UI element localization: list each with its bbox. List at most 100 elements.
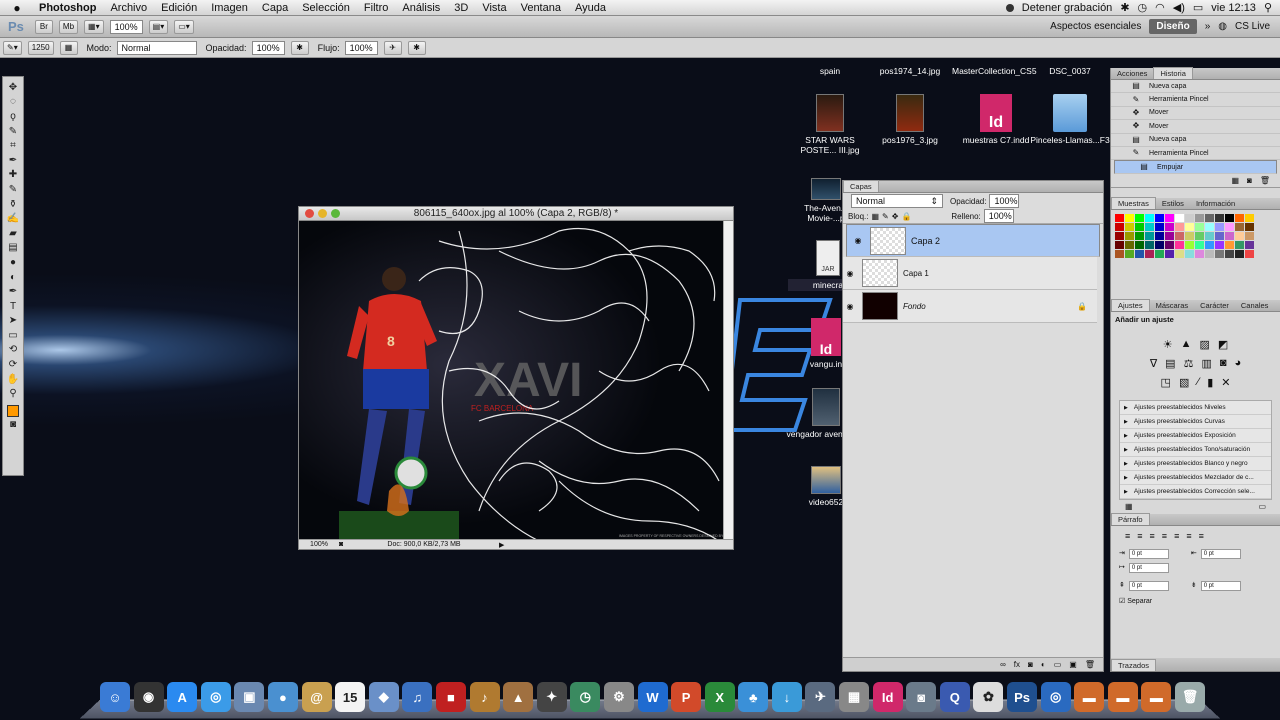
- swatch[interactable]: [1195, 241, 1204, 249]
- desktop-icon-starwars[interactable]: STAR WARS POSTE... III.jpg: [790, 94, 870, 155]
- dock-xcode-icon[interactable]: ✈: [805, 682, 836, 712]
- dock-app-store-icon[interactable]: A: [167, 682, 198, 712]
- tab-capas[interactable]: Capas: [843, 180, 879, 192]
- layer-opacity-input[interactable]: 100%: [989, 194, 1020, 208]
- swatch[interactable]: [1185, 241, 1194, 249]
- swatch[interactable]: [1125, 241, 1134, 249]
- swatch[interactable]: [1155, 241, 1164, 249]
- tab-historia[interactable]: Historia: [1153, 67, 1193, 79]
- lasso-tool-icon[interactable]: ϙ: [5, 109, 21, 124]
- 3d-orbit-tool-icon[interactable]: ⟳: [5, 357, 21, 372]
- curves-icon[interactable]: ▨: [1199, 338, 1209, 351]
- brightness-icon[interactable]: ☀: [1163, 338, 1173, 351]
- swatch[interactable]: [1125, 214, 1134, 222]
- menu-vista[interactable]: Vista: [475, 2, 513, 14]
- bluetooth-icon[interactable]: ✱: [1120, 1, 1129, 14]
- justify-left-icon[interactable]: ≡: [1162, 531, 1167, 541]
- foreground-color-swatch[interactable]: [7, 405, 19, 418]
- delete-state-icon[interactable]: 🗑: [1260, 176, 1270, 187]
- swatch[interactable]: [1235, 232, 1244, 240]
- color-balance-icon[interactable]: ⚖: [1184, 357, 1194, 370]
- dock-indesign-icon[interactable]: Id: [872, 682, 903, 712]
- menu-app[interactable]: Photoshop: [32, 2, 103, 14]
- selective-color-icon[interactable]: ✕: [1221, 376, 1230, 389]
- clip-icon[interactable]: ▦: [1125, 502, 1133, 512]
- wifi-icon[interactable]: ◠: [1155, 1, 1165, 14]
- time-machine-icon[interactable]: ◷: [1138, 1, 1148, 14]
- menu-ayuda[interactable]: Ayuda: [568, 2, 613, 14]
- hand-tool-icon[interactable]: ✋: [5, 372, 21, 387]
- swatch[interactable]: [1245, 232, 1254, 240]
- adjustment-layer-icon[interactable]: ◐: [1041, 660, 1046, 669]
- preset-levels[interactable]: Ajustes preestablecidos Niveles: [1120, 401, 1271, 415]
- document-title-bar[interactable]: 806115_640ox.jpg al 100% (Capa 2, RGB/8)…: [299, 207, 733, 221]
- swatch[interactable]: [1215, 214, 1224, 222]
- menu-seleccion[interactable]: Selección: [295, 2, 357, 14]
- spotlight-icon[interactable]: ⚲: [1264, 1, 1272, 14]
- swatch[interactable]: [1115, 223, 1124, 231]
- swatch[interactable]: [1135, 241, 1144, 249]
- pressure-size-icon[interactable]: ✱: [407, 40, 426, 55]
- dock-address-book-icon[interactable]: @: [301, 682, 332, 712]
- dock-finder-icon[interactable]: ☺: [100, 682, 130, 712]
- swatch[interactable]: [1165, 250, 1174, 258]
- dock-utility-icon[interactable]: ✦: [536, 682, 567, 712]
- swatch[interactable]: [1175, 223, 1184, 231]
- cslive-icon[interactable]: ◍: [1218, 21, 1227, 32]
- quick-mask-icon[interactable]: ◙: [5, 417, 21, 432]
- dock-messenger-icon[interactable]: ♣: [738, 682, 769, 712]
- dock-photo-booth-icon[interactable]: ■: [435, 682, 466, 712]
- dock-safari-icon[interactable]: ◎: [200, 682, 231, 712]
- preset-channel-mixer[interactable]: Ajustes preestablecidos Mezclador de c..…: [1120, 471, 1271, 485]
- link-layers-icon[interactable]: ∞: [1000, 660, 1006, 669]
- brush-tool-preset[interactable]: ✎▾: [3, 40, 22, 55]
- swatch[interactable]: [1225, 223, 1234, 231]
- justify-right-icon[interactable]: ≡: [1186, 531, 1191, 541]
- swatch[interactable]: [1205, 250, 1214, 258]
- swatch[interactable]: [1165, 241, 1174, 249]
- swatch[interactable]: [1225, 241, 1234, 249]
- dock-powerpoint-icon[interactable]: P: [671, 682, 702, 712]
- swatch[interactable]: [1115, 250, 1124, 258]
- snapshot-icon[interactable]: ◙: [1247, 176, 1252, 187]
- layer-style-icon[interactable]: fx: [1014, 660, 1020, 669]
- flow-input[interactable]: 100%: [344, 40, 378, 55]
- eye-icon[interactable]: ◉: [843, 302, 857, 311]
- expand-icon[interactable]: ▭: [1258, 502, 1266, 512]
- tab-ajustes[interactable]: Ajustes: [1111, 299, 1150, 311]
- dock-tux-icon[interactable]: ✿: [973, 682, 1004, 712]
- swatch[interactable]: [1165, 232, 1174, 240]
- menu-filtro[interactable]: Filtro: [357, 2, 395, 14]
- document-window[interactable]: 806115_640ox.jpg al 100% (Capa 2, RGB/8)…: [298, 206, 734, 550]
- blend-mode-select[interactable]: Normal ⇕: [851, 194, 943, 208]
- swatch[interactable]: [1245, 241, 1254, 249]
- menu-3d[interactable]: 3D: [447, 2, 475, 14]
- posterize-icon[interactable]: ▧: [1179, 376, 1189, 389]
- history-item[interactable]: ▤ Nueva capa: [1111, 80, 1280, 94]
- new-group-icon[interactable]: ▭: [1054, 660, 1062, 669]
- dock-iphoto-icon[interactable]: ◆: [368, 682, 399, 712]
- 3d-rotate-tool-icon[interactable]: ⟲: [5, 343, 21, 358]
- history-item[interactable]: ✎ Herramienta Pincel: [1111, 93, 1280, 107]
- lock-pixels-icon[interactable]: ✎: [882, 212, 889, 221]
- swatch[interactable]: [1225, 232, 1234, 240]
- desktop-icon-dsc0037[interactable]: DSC_0037: [1030, 66, 1110, 76]
- align-left-icon[interactable]: ≡: [1125, 531, 1130, 541]
- swatch[interactable]: [1195, 214, 1204, 222]
- screen-mode-button[interactable]: ▭▾: [174, 19, 194, 34]
- swatch[interactable]: [1125, 223, 1134, 231]
- menu-edicion[interactable]: Edición: [154, 2, 204, 14]
- swatch[interactable]: [1215, 250, 1224, 258]
- swatch[interactable]: [1175, 214, 1184, 222]
- volume-icon[interactable]: ◀): [1173, 1, 1185, 14]
- swatch[interactable]: [1115, 214, 1124, 222]
- dock-dashboard-icon[interactable]: ◉: [133, 682, 164, 712]
- first-line-indent-input[interactable]: 0 pt: [1128, 563, 1169, 573]
- swatch[interactable]: [1125, 250, 1134, 258]
- swatch[interactable]: [1155, 214, 1164, 222]
- vibrance-icon[interactable]: ∇: [1150, 357, 1157, 370]
- delete-layer-icon[interactable]: 🗑: [1085, 660, 1095, 669]
- swatch[interactable]: [1155, 232, 1164, 240]
- dock-itunes-icon[interactable]: ♫: [402, 682, 433, 712]
- healing-tool-icon[interactable]: ✚: [5, 168, 21, 183]
